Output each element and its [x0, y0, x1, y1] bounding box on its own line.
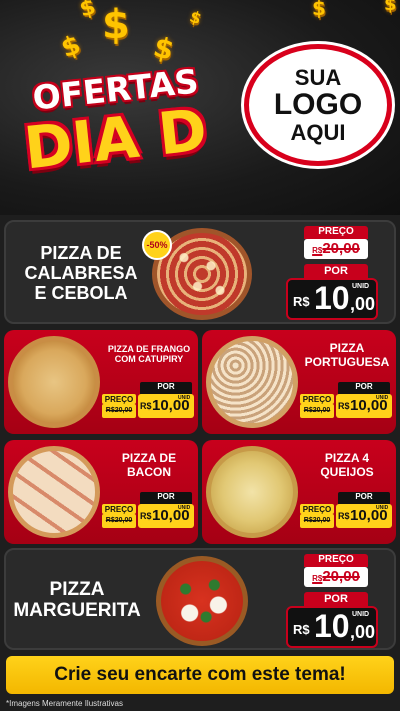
unit-label: UNID [178, 505, 191, 511]
unit-label: UNID [352, 283, 370, 290]
currency: R$ [293, 622, 310, 637]
currency: R$ [293, 294, 310, 309]
unit-label: UNID [178, 395, 191, 401]
product-card-calabresa[interactable]: PIZZA DE CALABRESA E CEBOLA -50% PREÇO R… [4, 220, 396, 324]
dollar-icon: $ [312, 0, 326, 20]
product-card-frango[interactable]: PIZZA DE FRANGO COM CATUPIRY POR PREÇO R… [4, 330, 198, 434]
old-price-value: 20,00 [322, 568, 360, 585]
price-label: PREÇO [102, 504, 136, 514]
product-name-line: PIZZA DE [40, 243, 122, 263]
old-price: R$20,00 [304, 239, 368, 259]
product-name-line: PIZZA DE FRANGO [107, 344, 191, 354]
price-label: PREÇO [304, 554, 368, 567]
unit-label: UNID [352, 611, 370, 618]
new-price-integer: 10 [314, 608, 350, 644]
unit-label: UNID [376, 505, 389, 511]
dollar-icon: $ [102, 2, 130, 48]
product-name-line: QUEIJOS [320, 464, 374, 479]
por-label: POR [338, 492, 390, 504]
por-label: POR [304, 592, 368, 606]
currency: R$ [312, 246, 323, 255]
product-name: PIZZA DE CALABRESA E CEBOLA [16, 243, 146, 303]
price-label: PREÇO [300, 504, 334, 514]
product-name-line: PIZZA 4 [324, 451, 370, 465]
dollar-icon: $ [150, 30, 178, 67]
logo-text-line1: SUA [294, 65, 342, 91]
logo-text-line2: LOGO [273, 88, 363, 122]
old-price: R$20,00 [300, 514, 334, 528]
old-price: R$20,00 [300, 404, 334, 418]
new-price: R$ 10,00 UNID [138, 504, 194, 528]
product-name: PIZZA MARGUERITA [12, 579, 142, 622]
new-price-integer: 10 [314, 280, 350, 316]
product-card-4-queijos[interactable]: PIZZA 4 QUEIJOS POR PREÇO R$20,00 R$ 10,… [202, 440, 396, 544]
product-card-portuguesa[interactable]: PIZZA PORTUGUESA POR PREÇO R$20,00 R$ 10… [202, 330, 396, 434]
new-price: R$ 10,00 UNID [336, 504, 392, 528]
por-label: POR [140, 492, 192, 504]
product-card-bacon[interactable]: PIZZA DE BACON POR PREÇO R$20,00 R$ 10,0… [4, 440, 198, 544]
pizza-image [8, 336, 100, 428]
price-label: PREÇO [300, 394, 334, 404]
pizza-image [156, 556, 248, 646]
product-name-line: PORTUGUESA [304, 354, 390, 369]
new-price: R$ 10,00 UNID [138, 394, 194, 418]
product-name-line: E CEBOLA [34, 282, 128, 303]
pizza-image [8, 446, 100, 538]
old-price: R$20,00 [102, 404, 136, 418]
product-card-marguerita[interactable]: PIZZA MARGUERITA PREÇO R$20,00 POR R$ 10… [4, 548, 396, 650]
currency: R$ [312, 574, 323, 583]
price-label: PREÇO [304, 226, 368, 239]
currency: R$ [140, 511, 152, 521]
currency: R$ [338, 511, 350, 521]
cta-button[interactable]: Crie seu encarte com este tema! [6, 656, 394, 694]
old-price-value: 20,00 [322, 240, 360, 257]
dollar-icon: $ [77, 0, 99, 23]
new-price: R$ 10 ,00 UNID [286, 278, 378, 320]
por-label: POR [338, 382, 390, 394]
product-name: PIZZA 4 QUEIJOS [298, 451, 396, 480]
unit-label: UNID [376, 395, 389, 401]
new-price-decimal: ,00 [350, 622, 376, 642]
dollar-icon: $ [57, 29, 85, 65]
logo-text-line3: AQUI [290, 119, 346, 145]
product-name-line: PIZZA [49, 579, 105, 600]
old-price: R$20,00 [304, 567, 368, 587]
headline: OFERTAS DIA D [8, 61, 223, 182]
currency: R$ [140, 401, 152, 411]
pizza-image [206, 446, 298, 538]
product-name: PIZZA DE FRANGO COM CATUPIRY [100, 344, 198, 365]
product-name-line: COM CATUPIRY [114, 354, 184, 365]
product-name-line: CALABRESA [24, 262, 138, 283]
currency: R$ [338, 401, 350, 411]
old-price: R$20,00 [102, 514, 136, 528]
pizza-image [206, 336, 298, 428]
new-price: R$ 10 ,00 UNID [286, 606, 378, 648]
logo-placeholder: SUA LOGO AQUI [244, 44, 392, 166]
product-name: PIZZA DE BACON [100, 451, 198, 480]
product-name: PIZZA PORTUGUESA [298, 341, 396, 370]
product-name-line: MARGUERITA [13, 599, 141, 621]
price-label: PREÇO [102, 394, 136, 404]
product-name-line: BACON [127, 464, 171, 479]
product-name-line: PIZZA [329, 341, 365, 355]
new-price: R$ 10,00 UNID [336, 394, 392, 418]
header-banner: $ $ $ $ $ $ $ OFERTAS DIA D SUA LOGO AQU… [0, 0, 400, 215]
dollar-icon: $ [187, 6, 205, 29]
por-label: POR [304, 264, 368, 278]
discount-badge: -50% [142, 230, 172, 260]
disclaimer-text: *Imagens Meramente Ilustrativas [6, 699, 123, 708]
new-price-decimal: ,00 [350, 294, 376, 314]
por-label: POR [140, 382, 192, 394]
product-name-line: PIZZA DE [121, 451, 177, 465]
dollar-icon: $ [384, 0, 397, 15]
